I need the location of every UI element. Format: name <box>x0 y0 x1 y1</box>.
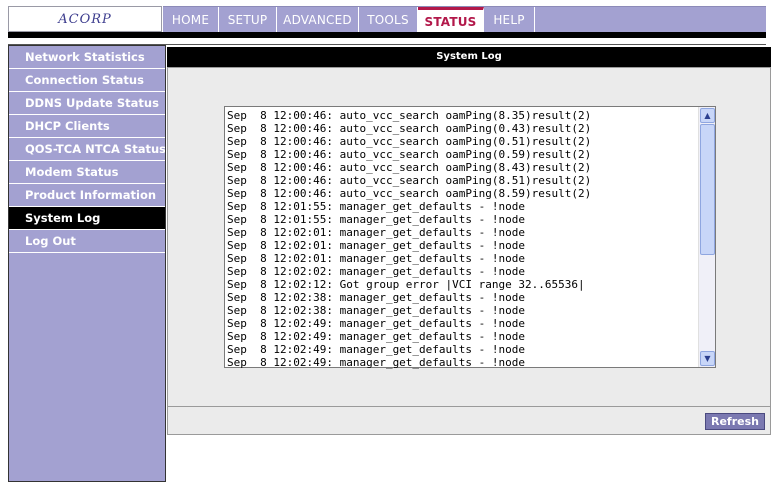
log-line: Sep 8 12:02:01: manager_get_defaults - !… <box>227 226 526 239</box>
page-title: System Log <box>167 47 771 67</box>
sidebar-item-qos-tca-ntca-status[interactable]: QOS-TCA NTCA Status <box>9 138 165 161</box>
log-line: Sep 8 12:01:55: manager_get_defaults - !… <box>227 200 526 213</box>
sidebar: Network Statistics Connection Status DDN… <box>8 45 166 482</box>
sidebar-item-dhcp-clients[interactable]: DHCP Clients <box>9 115 165 138</box>
log-line: Sep 8 12:02:49: manager_get_defaults - !… <box>227 317 526 330</box>
log-line: Sep 8 12:00:46: auto_vcc_search oamPing(… <box>227 161 592 174</box>
tab-tools[interactable]: TOOLS <box>359 7 418 33</box>
system-log-textarea[interactable]: Sep 8 12:00:46: auto_vcc_search oamPing(… <box>224 106 716 369</box>
tab-help[interactable]: HELP <box>484 7 535 33</box>
log-line: Sep 8 12:02:49: manager_get_defaults - !… <box>227 343 526 356</box>
tab-label: SETUP <box>227 13 268 27</box>
log-line: Sep 8 12:01:55: manager_get_defaults - !… <box>227 213 526 226</box>
sidebar-item-network-statistics[interactable]: Network Statistics <box>9 46 165 69</box>
system-log-panel: Sep 8 12:00:46: auto_vcc_search oamPing(… <box>167 67 771 435</box>
tab-setup[interactable]: SETUP <box>219 7 277 33</box>
log-lines: Sep 8 12:00:46: auto_vcc_search oamPing(… <box>227 109 697 369</box>
sidebar-item-connection-status[interactable]: Connection Status <box>9 69 165 92</box>
log-line: Sep 8 12:02:02: manager_get_defaults - !… <box>227 265 526 278</box>
log-line: Sep 8 12:02:38: manager_get_defaults - !… <box>227 291 526 304</box>
tab-label: HOME <box>171 13 210 27</box>
log-line: Sep 8 12:02:01: manager_get_defaults - !… <box>227 239 526 252</box>
log-line: Sep 8 12:00:46: auto_vcc_search oamPing(… <box>227 187 592 200</box>
log-line: Sep 8 12:02:38: manager_get_defaults - !… <box>227 304 526 317</box>
sidebar-item-modem-status[interactable]: Modem Status <box>9 161 165 184</box>
log-line: Sep 8 12:02:12: Got group error |VCI ran… <box>227 278 585 291</box>
scroll-down-icon[interactable]: ▼ <box>700 351 715 366</box>
log-line: Sep 8 12:00:46: auto_vcc_search oamPing(… <box>227 122 592 135</box>
log-line: Sep 8 12:02:01: manager_get_defaults - !… <box>227 252 526 265</box>
tab-label: TOOLS <box>367 13 409 27</box>
sidebar-item-product-information[interactable]: Product Information <box>9 184 165 207</box>
sidebar-item-system-log[interactable]: System Log <box>9 207 165 230</box>
tab-label: STATUS <box>424 14 477 29</box>
log-line: Sep 8 12:02:49: manager_get_defaults - !… <box>227 356 526 369</box>
sidebar-item-ddns-update-status[interactable]: DDNS Update Status <box>9 92 165 115</box>
scroll-up-icon[interactable]: ▲ <box>700 108 715 123</box>
log-line: Sep 8 12:00:46: auto_vcc_search oamPing(… <box>227 109 592 122</box>
log-scrollbar[interactable]: ▲ ▼ <box>698 107 715 367</box>
top-navigation: HOME SETUP ADVANCED TOOLS STATUS HELP <box>163 6 766 33</box>
log-line: Sep 8 12:00:46: auto_vcc_search oamPing(… <box>227 135 592 148</box>
logo-text: ACORP <box>58 11 112 27</box>
tab-home[interactable]: HOME <box>163 7 219 33</box>
tab-label: HELP <box>493 13 525 27</box>
log-line: Sep 8 12:02:49: manager_get_defaults - !… <box>227 330 526 343</box>
refresh-button[interactable]: Refresh <box>705 413 765 430</box>
tab-label: ADVANCED <box>283 13 352 27</box>
scroll-thumb[interactable] <box>700 124 715 255</box>
panel-divider <box>168 406 770 407</box>
tab-status[interactable]: STATUS <box>418 7 484 33</box>
logo: ACORP <box>8 6 162 32</box>
header-black-bar <box>8 32 766 38</box>
tab-advanced[interactable]: ADVANCED <box>277 7 359 33</box>
log-line: Sep 8 12:00:46: auto_vcc_search oamPing(… <box>227 174 592 187</box>
log-line: Sep 8 12:00:46: auto_vcc_search oamPing(… <box>227 148 592 161</box>
sidebar-item-log-out[interactable]: Log Out <box>9 230 165 253</box>
